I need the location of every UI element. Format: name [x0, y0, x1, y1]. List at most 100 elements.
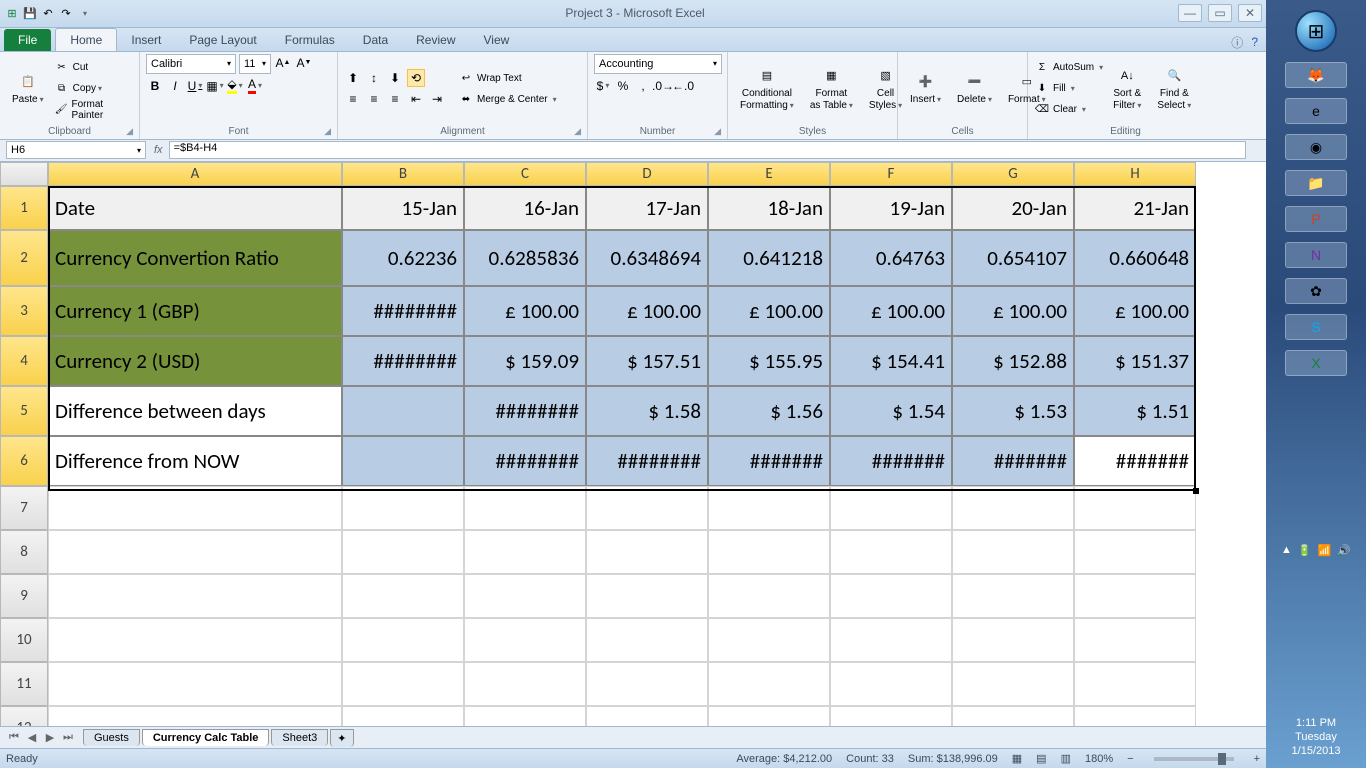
- cell-a1[interactable]: Date: [48, 186, 342, 230]
- qat-customize-icon[interactable]: [76, 5, 92, 21]
- fill-button[interactable]: ⬇Fill: [1034, 79, 1103, 99]
- grow-font-button[interactable]: A▲: [274, 54, 292, 72]
- clear-button[interactable]: ⌫Clear: [1034, 100, 1103, 120]
- cell-e6[interactable]: #######: [708, 436, 830, 486]
- cell-f2[interactable]: 0.64763: [830, 230, 952, 286]
- cell-g5[interactable]: $ 1.53: [952, 386, 1074, 436]
- zoom-slider[interactable]: [1154, 757, 1234, 761]
- font-color-button[interactable]: A: [246, 77, 264, 95]
- col-header-a[interactable]: A: [48, 162, 342, 186]
- redo-icon[interactable]: ↷: [58, 5, 74, 21]
- close-button[interactable]: ✕: [1238, 4, 1262, 22]
- cell-c4[interactable]: $ 159.09: [464, 336, 586, 386]
- cell-f6[interactable]: #######: [830, 436, 952, 486]
- zoom-out-button[interactable]: −: [1127, 753, 1133, 765]
- col-header-f[interactable]: F: [830, 162, 952, 186]
- align-middle-button[interactable]: ↕: [365, 69, 383, 87]
- tab-review[interactable]: Review: [402, 29, 469, 51]
- shrink-font-button[interactable]: A▼: [295, 54, 313, 72]
- undo-icon[interactable]: ↶: [40, 5, 56, 21]
- cell-d1[interactable]: 17-Jan: [586, 186, 708, 230]
- cell-f4[interactable]: $ 154.41: [830, 336, 952, 386]
- font-name-select[interactable]: Calibri▾: [146, 54, 236, 74]
- col-header-e[interactable]: E: [708, 162, 830, 186]
- accounting-format-button[interactable]: $: [594, 77, 612, 95]
- alignment-dialog-icon[interactable]: ◢: [574, 126, 581, 137]
- task-ie[interactable]: e: [1285, 98, 1347, 124]
- cell-f1[interactable]: 19-Jan: [830, 186, 952, 230]
- cell-h1[interactable]: 21-Jan: [1074, 186, 1196, 230]
- align-right-button[interactable]: ≡: [386, 90, 404, 108]
- font-size-select[interactable]: 11▾: [239, 54, 271, 74]
- help-icon[interactable]: ?: [1251, 35, 1258, 49]
- cell-b4[interactable]: ########: [342, 336, 464, 386]
- cell-e4[interactable]: $ 155.95: [708, 336, 830, 386]
- tab-view[interactable]: View: [470, 29, 524, 51]
- row-header-9[interactable]: 9: [0, 574, 48, 618]
- cell-a6[interactable]: Difference from NOW: [48, 436, 342, 486]
- conditional-formatting-button[interactable]: ▤Conditional Formatting: [734, 64, 800, 114]
- volume-icon[interactable]: 🔊: [1337, 544, 1351, 557]
- formula-input[interactable]: =$B4-H4: [169, 141, 1246, 159]
- name-box[interactable]: H6▾: [6, 141, 146, 159]
- cell-a2[interactable]: Currency Convertion Ratio: [48, 230, 342, 286]
- sheet-nav-prev[interactable]: ◀: [24, 731, 40, 744]
- align-center-button[interactable]: ≡: [365, 90, 383, 108]
- orientation-button[interactable]: ⟲: [407, 69, 425, 87]
- italic-button[interactable]: I: [166, 77, 184, 95]
- cell-d2[interactable]: 0.6348694: [586, 230, 708, 286]
- col-header-h[interactable]: H: [1074, 162, 1196, 186]
- percent-button[interactable]: %: [614, 77, 632, 95]
- cell-e5[interactable]: $ 1.56: [708, 386, 830, 436]
- clipboard-dialog-icon[interactable]: ◢: [126, 126, 133, 137]
- cell-f3[interactable]: £ 100.00: [830, 286, 952, 336]
- new-sheet-button[interactable]: ✦: [330, 729, 353, 747]
- task-excel[interactable]: X: [1285, 350, 1347, 376]
- cell-h4[interactable]: $ 151.37: [1074, 336, 1196, 386]
- autosum-button[interactable]: ΣAutoSum: [1034, 58, 1103, 78]
- sheet-nav-next[interactable]: ▶: [42, 731, 58, 744]
- number-dialog-icon[interactable]: ◢: [714, 126, 721, 137]
- ribbon-minimize-icon[interactable]: ⓘ: [1231, 34, 1243, 51]
- cell-a5[interactable]: Difference between days: [48, 386, 342, 436]
- cut-button[interactable]: ✂Cut: [54, 58, 133, 78]
- tray-up-icon[interactable]: ▲: [1281, 544, 1292, 557]
- tab-home[interactable]: Home: [55, 28, 117, 51]
- task-powerpoint[interactable]: P: [1285, 206, 1347, 232]
- cell-f5[interactable]: $ 1.54: [830, 386, 952, 436]
- tab-file[interactable]: File: [4, 29, 51, 51]
- save-icon[interactable]: 💾: [22, 5, 38, 21]
- wrap-text-button[interactable]: ↩Wrap Text: [458, 68, 557, 88]
- cell-g1[interactable]: 20-Jan: [952, 186, 1074, 230]
- row-header-7[interactable]: 7: [0, 486, 48, 530]
- row-header-5[interactable]: 5: [0, 386, 48, 436]
- cell-g4[interactable]: $ 152.88: [952, 336, 1074, 386]
- row-header-2[interactable]: 2: [0, 230, 48, 286]
- select-all-corner[interactable]: [0, 162, 48, 186]
- cell-d3[interactable]: £ 100.00: [586, 286, 708, 336]
- delete-cells-button[interactable]: ➖Delete: [951, 70, 998, 108]
- border-button[interactable]: ▦: [206, 77, 224, 95]
- taskbar-clock[interactable]: 1:11 PM Tuesday 1/15/2013: [1292, 716, 1341, 768]
- cell-e3[interactable]: £ 100.00: [708, 286, 830, 336]
- cell-e1[interactable]: 18-Jan: [708, 186, 830, 230]
- indent-decrease-button[interactable]: ⇤: [407, 90, 425, 108]
- sheet-nav-last[interactable]: ⏭: [60, 731, 76, 744]
- cell-g3[interactable]: £ 100.00: [952, 286, 1074, 336]
- task-explorer[interactable]: 📁: [1285, 170, 1347, 196]
- sheet-nav-first[interactable]: ⏮: [6, 731, 22, 744]
- fill-color-button[interactable]: ⬙: [226, 77, 244, 95]
- cell-b5[interactable]: [342, 386, 464, 436]
- restore-button[interactable]: ▭: [1208, 4, 1232, 22]
- number-format-select[interactable]: Accounting▾: [594, 54, 722, 74]
- comma-button[interactable]: ,: [634, 77, 652, 95]
- cell-c3[interactable]: £ 100.00: [464, 286, 586, 336]
- tab-page-layout[interactable]: Page Layout: [175, 29, 270, 51]
- row-header-6[interactable]: 6: [0, 436, 48, 486]
- col-header-c[interactable]: C: [464, 162, 586, 186]
- cell-c6[interactable]: ########: [464, 436, 586, 486]
- col-header-g[interactable]: G: [952, 162, 1074, 186]
- sheet-tab-currency[interactable]: Currency Calc Table: [142, 729, 270, 746]
- system-tray[interactable]: ▲ 🔋 📶 🔊: [1281, 536, 1351, 557]
- copy-button[interactable]: ⧉Copy: [54, 79, 133, 99]
